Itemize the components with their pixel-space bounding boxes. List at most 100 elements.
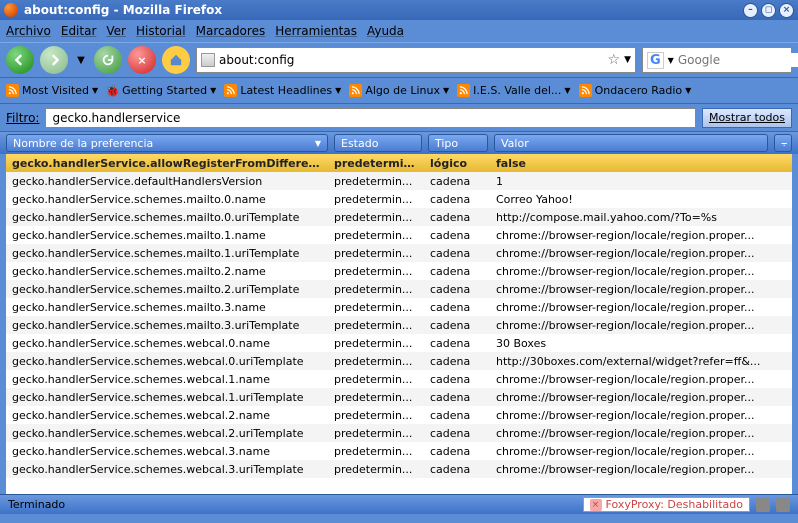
search-bar[interactable]: G▼ 🔍 [642,47,792,73]
cell-type: cadena [424,319,490,332]
minimize-button[interactable]: – [743,3,758,18]
pref-row[interactable]: gecko.handlerService.schemes.webcal.3.na… [6,442,792,460]
bookmark-item[interactable]: Ondacero Radio▼ [579,84,692,97]
cell-value: http://compose.mail.yahoo.com/?To=%s [490,211,792,224]
col-state[interactable]: Estado [334,134,422,152]
pref-row[interactable]: gecko.handlerService.schemes.webcal.1.na… [6,370,792,388]
titlebar[interactable]: about:config - Mozilla Firefox – ◻ × [0,0,798,20]
pref-row[interactable]: gecko.handlerService.schemes.webcal.0.na… [6,334,792,352]
search-engine-dropdown[interactable]: ▼ [668,56,674,65]
cell-state: predetermin... [328,157,424,170]
window-title: about:config - Mozilla Firefox [24,3,222,17]
status-icon-2[interactable] [776,498,790,512]
rss-icon [349,84,362,97]
pref-row[interactable]: gecko.handlerService.schemes.webcal.2.ur… [6,424,792,442]
bookmark-item[interactable]: 🐞Getting Started▼ [106,84,216,97]
cell-type: cadena [424,409,490,422]
cell-value: http://30boxes.com/external/widget?refer… [490,355,792,368]
column-headers: Nombre de la preferencia▼ Estado Tipo Va… [0,132,798,154]
cell-value: chrome://browser-region/locale/region.pr… [490,283,792,296]
chevron-down-icon: ▼ [210,86,216,95]
bookmark-label: Most Visited [22,84,89,97]
home-button[interactable] [162,46,190,74]
bookmark-item[interactable]: Most Visited▼ [6,84,98,97]
cell-name: gecko.handlerService.allowRegisterFromDi… [6,157,328,170]
cell-name: gecko.handlerService.schemes.mailto.2.ur… [6,283,328,296]
menu-archivo[interactable]: Archivo [6,24,51,38]
cell-name: gecko.handlerService.schemes.webcal.3.ur… [6,463,328,476]
col-picker[interactable]: ⨪ [774,134,792,152]
menu-marcadores[interactable]: Marcadores [196,24,266,38]
reload-button[interactable] [94,46,122,74]
forward-button[interactable] [40,46,68,74]
pref-row[interactable]: gecko.handlerService.schemes.mailto.2.ur… [6,280,792,298]
pref-row[interactable]: gecko.handlerService.defaultHandlersVers… [6,172,792,190]
cell-name: gecko.handlerService.schemes.mailto.0.na… [6,193,328,206]
bookmark-item[interactable]: Algo de Linux▼ [349,84,449,97]
cell-value: chrome://browser-region/locale/region.pr… [490,463,792,476]
pref-row[interactable]: gecko.handlerService.schemes.mailto.1.na… [6,226,792,244]
cell-state: predetermin... [328,175,424,188]
cell-name: gecko.handlerService.schemes.mailto.2.na… [6,265,328,278]
filter-input[interactable] [45,108,695,128]
menu-ayuda[interactable]: Ayuda [367,24,404,38]
foxyproxy-status[interactable]: × FoxyProxy: Deshabilitado [583,497,750,512]
cell-value: chrome://browser-region/locale/region.pr… [490,409,792,422]
cell-type: cadena [424,211,490,224]
col-name[interactable]: Nombre de la preferencia▼ [6,134,328,152]
close-button[interactable]: × [779,3,794,18]
url-dropdown-icon[interactable]: ▼ [624,55,631,65]
cell-type: cadena [424,427,490,440]
pref-row[interactable]: gecko.handlerService.schemes.webcal.3.ur… [6,460,792,478]
bug-icon: 🐞 [106,84,119,97]
cell-state: predetermin... [328,211,424,224]
filter-bar: Filtro: Mostrar todos [0,104,798,132]
cell-type: cadena [424,175,490,188]
col-value[interactable]: Valor [494,134,768,152]
pref-row[interactable]: gecko.handlerService.schemes.mailto.1.ur… [6,244,792,262]
pref-row[interactable]: gecko.handlerService.schemes.webcal.0.ur… [6,352,792,370]
bookmark-item[interactable]: I.E.S. Valle del...▼ [457,84,570,97]
foxyproxy-close-icon[interactable]: × [590,499,602,511]
rss-icon [224,84,237,97]
pref-row[interactable]: gecko.handlerService.schemes.mailto.2.na… [6,262,792,280]
search-input[interactable] [678,53,798,67]
cell-state: predetermin... [328,409,424,422]
pref-row[interactable]: gecko.handlerService.schemes.mailto.0.ur… [6,208,792,226]
google-icon[interactable]: G [647,52,664,69]
pref-row[interactable]: gecko.handlerService.allowRegisterFromDi… [6,154,792,172]
cell-value: chrome://browser-region/locale/region.pr… [490,445,792,458]
prefs-table[interactable]: gecko.handlerService.allowRegisterFromDi… [0,154,798,494]
pref-row[interactable]: gecko.handlerService.schemes.mailto.3.ur… [6,316,792,334]
cell-name: gecko.handlerService.schemes.webcal.3.na… [6,445,328,458]
status-icon-1[interactable] [756,498,770,512]
menu-editar[interactable]: Editar [61,24,97,38]
menu-ver[interactable]: Ver [106,24,126,38]
url-bar[interactable]: ☆ ▼ [196,47,636,73]
pref-row[interactable]: gecko.handlerService.schemes.mailto.0.na… [6,190,792,208]
url-input[interactable] [219,53,604,67]
col-type[interactable]: Tipo [428,134,488,152]
history-dropdown[interactable]: ▼ [74,46,88,74]
rss-icon [6,84,19,97]
rss-icon [457,84,470,97]
maximize-button[interactable]: ◻ [761,3,776,18]
pref-row[interactable]: gecko.handlerService.schemes.webcal.1.ur… [6,388,792,406]
cell-value: chrome://browser-region/locale/region.pr… [490,229,792,242]
cell-state: predetermin... [328,319,424,332]
menu-herramientas[interactable]: Herramientas [275,24,357,38]
pref-row[interactable]: gecko.handlerService.schemes.webcal.2.na… [6,406,792,424]
bookmark-item[interactable]: Latest Headlines▼ [224,84,341,97]
firefox-icon [4,3,18,17]
stop-button[interactable]: × [128,46,156,74]
chevron-down-icon: ▼ [685,86,691,95]
status-text: Terminado [8,498,65,511]
bookmark-star-icon[interactable]: ☆ [608,52,621,68]
show-all-button[interactable]: Mostrar todos [702,108,792,128]
statusbar: Terminado × FoxyProxy: Deshabilitado [0,494,798,514]
back-button[interactable] [6,46,34,74]
cell-name: gecko.handlerService.schemes.webcal.1.na… [6,373,328,386]
cell-type: cadena [424,301,490,314]
menu-historial[interactable]: Historial [136,24,186,38]
pref-row[interactable]: gecko.handlerService.schemes.mailto.3.na… [6,298,792,316]
